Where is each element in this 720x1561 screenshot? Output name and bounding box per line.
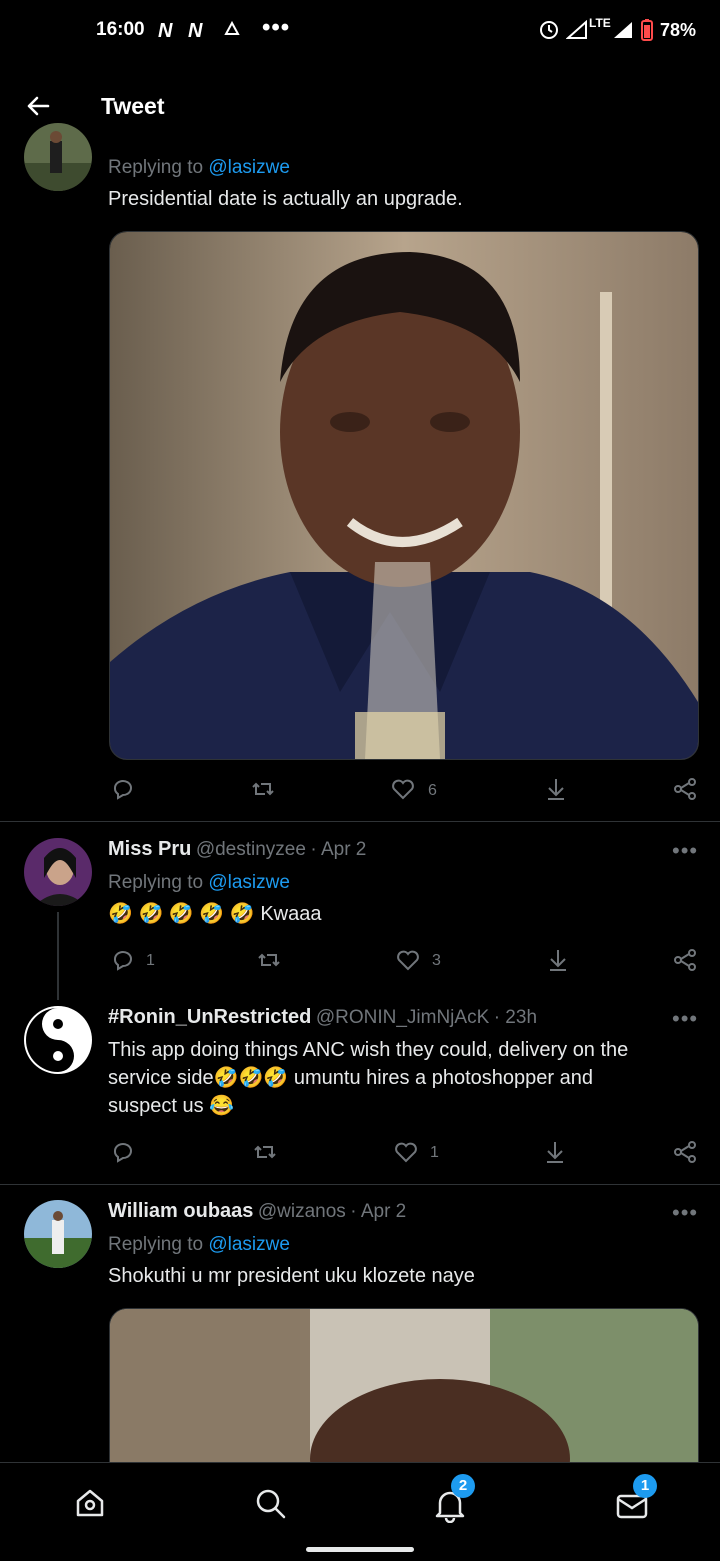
- bottom-navigation: 2 1: [0, 1462, 720, 1561]
- divider: [0, 821, 720, 822]
- display-name[interactable]: Miss Pru: [108, 838, 191, 860]
- reply-count: 1: [146, 952, 155, 969]
- handle[interactable]: @RONIN_JimNjAcK: [316, 1007, 489, 1028]
- tweet-actions: 1: [0, 1139, 720, 1169]
- signal-icon: [566, 20, 587, 39]
- timestamp[interactable]: · Apr 2: [310, 839, 366, 860]
- reply-icon[interactable]: [110, 1139, 136, 1165]
- replying-to: Replying to @lasizwe: [108, 157, 290, 179]
- divider: [0, 1184, 720, 1185]
- tweet-line: suspect us 😂: [108, 1092, 698, 1120]
- netflix-notification-icon: N: [188, 20, 203, 42]
- tweet-text: Presidential date is actually an upgrade…: [108, 188, 463, 210]
- yin-yang-icon: [25, 1007, 91, 1073]
- page-title: Tweet: [101, 93, 165, 119]
- signal-icon-2: [614, 22, 632, 38]
- battery-percent: 78%: [660, 20, 697, 40]
- avatar[interactable]: [24, 1200, 92, 1268]
- like-icon[interactable]: [390, 776, 416, 802]
- search-icon[interactable]: [252, 1485, 288, 1521]
- sync-icon: [224, 20, 240, 35]
- tweet-text: Shokuthi u mr president uku klozete naye: [108, 1265, 475, 1287]
- like-count: 6: [428, 782, 437, 799]
- handle[interactable]: @wizanos: [258, 1201, 346, 1222]
- like-icon[interactable]: [395, 947, 421, 973]
- emoji-text: 🤣🤣🤣: [213, 1067, 289, 1089]
- retweet-icon[interactable]: [250, 776, 276, 802]
- replying-label: Replying to: [108, 157, 204, 178]
- back-arrow-icon[interactable]: [24, 92, 52, 120]
- like-icon[interactable]: [393, 1139, 419, 1165]
- tweet-line: service side🤣🤣🤣 umuntu hires a photoshop…: [108, 1064, 698, 1092]
- photo-man-with-champagne: [110, 232, 698, 759]
- battery-icon: [641, 19, 653, 41]
- retweet-icon[interactable]: [252, 1139, 278, 1165]
- avatar-image: [24, 123, 92, 191]
- share-download-icon[interactable]: [545, 947, 571, 973]
- display-name[interactable]: William oubaas: [108, 1200, 253, 1222]
- network-type: LTE: [589, 16, 611, 30]
- tweet-actions: 1 3: [0, 947, 720, 977]
- more-notifications-icon: •••: [262, 14, 291, 41]
- messages-badge: 1: [633, 1474, 657, 1498]
- status-bar: 16:00 N N ••• LTE 78%: [0, 0, 720, 60]
- reply-icon[interactable]: [110, 947, 136, 973]
- tweet-text: This app doing things ANC wish they coul…: [108, 1036, 698, 1120]
- avatar[interactable]: [24, 838, 92, 906]
- alarm-icon: [540, 21, 558, 39]
- netflix-notification-icon: N: [158, 20, 173, 42]
- tweet-image[interactable]: [109, 231, 699, 760]
- replying-to: Replying to @lasizwe: [108, 872, 290, 894]
- like-count: 1: [430, 1144, 439, 1161]
- top-app-bar: Tweet: [0, 60, 720, 140]
- emoji-text: 😂: [209, 1095, 235, 1117]
- avatar[interactable]: [24, 123, 92, 191]
- notifications-badge: 2: [451, 1474, 475, 1498]
- share-download-icon[interactable]: [542, 1139, 568, 1165]
- tweet-body: Kwaaa: [260, 903, 322, 925]
- replying-to: Replying to @lasizwe: [108, 1234, 290, 1256]
- share-download-icon[interactable]: [543, 776, 569, 802]
- like-count: 3: [432, 952, 441, 969]
- home-icon[interactable]: [72, 1485, 108, 1521]
- avatar[interactable]: [24, 1006, 92, 1074]
- replying-label: Replying to: [108, 1234, 204, 1255]
- share-icon[interactable]: [672, 776, 698, 802]
- mention-link[interactable]: @lasizwe: [208, 157, 290, 178]
- tweet-line: This app doing things ANC wish they coul…: [108, 1039, 629, 1061]
- tweet-fragment: suspect us: [108, 1095, 210, 1117]
- avatar-image: [24, 838, 92, 906]
- tweet-actions: 6: [0, 776, 720, 806]
- display-name[interactable]: #Ronin_UnRestricted: [108, 1006, 311, 1028]
- tweet-fragment: service side: [108, 1067, 214, 1089]
- emoji-text: 🤣 🤣 🤣 🤣 🤣: [108, 903, 255, 925]
- tweet-header: William oubaas @wizanos · Apr 2: [108, 1200, 628, 1223]
- timestamp[interactable]: · 23h: [494, 1007, 537, 1028]
- share-icon[interactable]: [672, 947, 698, 973]
- retweet-icon[interactable]: [256, 947, 282, 973]
- more-options-icon[interactable]: •••: [672, 838, 698, 864]
- tweet-text: 🤣 🤣 🤣 🤣 🤣 Kwaaa: [108, 900, 321, 928]
- more-options-icon[interactable]: •••: [672, 1006, 698, 1032]
- tweet-fragment: umuntu hires a photoshopper and: [288, 1067, 593, 1089]
- handle[interactable]: @destinyzee: [196, 839, 306, 860]
- share-icon[interactable]: [672, 1139, 698, 1165]
- gesture-bar[interactable]: [306, 1547, 414, 1552]
- timestamp[interactable]: · Apr 2: [350, 1201, 406, 1222]
- replying-label: Replying to: [108, 872, 204, 893]
- reply-icon[interactable]: [110, 776, 136, 802]
- tweet-header: #Ronin_UnRestricted @RONIN_JimNjAcK · 23…: [108, 1006, 668, 1029]
- status-time: 16:00: [96, 19, 145, 40]
- mention-link[interactable]: @lasizwe: [208, 1234, 290, 1255]
- tweet-header: Miss Pru @destinyzee · Apr 2: [108, 838, 628, 861]
- more-options-icon[interactable]: •••: [672, 1200, 698, 1226]
- mention-link[interactable]: @lasizwe: [208, 872, 290, 893]
- avatar-image: [24, 1200, 92, 1268]
